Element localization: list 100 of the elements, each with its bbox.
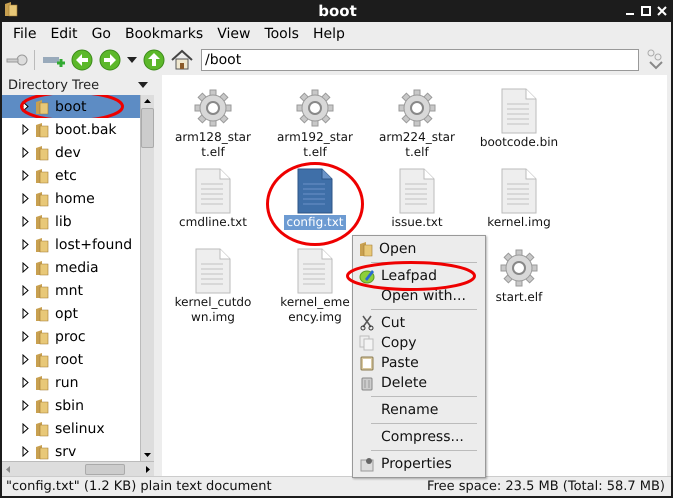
menu-item-label: Rename: [381, 402, 438, 418]
menu-bar-entry[interactable]: View: [210, 26, 258, 42]
expander-icon[interactable]: [22, 400, 29, 411]
menu-item-label: Delete: [381, 375, 427, 391]
vertical-scrollbar[interactable]: [140, 95, 154, 461]
file-name: ency.img: [287, 310, 343, 325]
directory-entry[interactable]: arm192_star t.elf: [264, 88, 366, 168]
home-icon[interactable]: [171, 49, 193, 71]
folder-icon: [35, 398, 49, 414]
file-name: bootcode.bin: [478, 135, 560, 150]
menu-item-label: Properties: [381, 456, 452, 472]
tree-item-label: etc: [55, 168, 77, 184]
gear-icon: [193, 88, 233, 128]
directory-entry[interactable]: bootcode.bin: [468, 88, 570, 168]
context-menu-item[interactable]: Delete: [353, 373, 485, 393]
tree-item-label: root: [55, 352, 84, 368]
document-icon: [195, 168, 231, 214]
document-icon: [195, 248, 231, 294]
expander-icon[interactable]: [22, 331, 29, 342]
folder-icon: [35, 352, 49, 368]
menu-bar-entry[interactable]: Go: [84, 26, 118, 42]
expander-icon[interactable]: [22, 446, 29, 457]
tree-item-label: media: [55, 260, 99, 276]
scrollbar-thumb[interactable]: [141, 108, 154, 148]
tree-item-label: srv: [55, 444, 76, 460]
trash-can-icon: [359, 375, 375, 391]
gear-icon: [397, 88, 437, 128]
menu-bar-entry[interactable]: Help: [306, 26, 352, 42]
tree-item-label: home: [55, 190, 95, 206]
menu-item-label: Cut: [381, 315, 406, 331]
expander-icon[interactable]: [22, 101, 29, 112]
menu-bar-entry[interactable]: Edit: [43, 26, 85, 42]
tree-item[interactable]: boot: [2, 95, 140, 118]
expander-icon[interactable]: [22, 147, 29, 158]
menu-item-label: Compress...: [381, 429, 464, 445]
context-menu-item[interactable]: Paste: [353, 353, 485, 373]
gear-icon: [499, 248, 539, 288]
file-name: kernel.img: [486, 215, 552, 230]
dropdown-caret-icon[interactable]: [138, 82, 148, 88]
directory-tree-title: Directory Tree: [8, 78, 100, 92]
menu-bar-entry[interactable]: Bookmarks: [118, 26, 210, 42]
context-menu-item[interactable]: Compress...: [353, 427, 485, 447]
expander-icon[interactable]: [22, 354, 29, 365]
directory-entry[interactable]: arm128_star t.elf: [162, 88, 264, 168]
window-title: boot: [318, 2, 357, 20]
expander-icon[interactable]: [22, 262, 29, 273]
menu-item-label: Open with...: [381, 288, 466, 304]
context-menu-item[interactable]: Copy: [353, 333, 485, 353]
forward-icon[interactable]: [99, 49, 121, 71]
expander-icon[interactable]: [22, 239, 29, 250]
tree-item-label: lib: [55, 214, 72, 230]
menu-bar-entry[interactable]: Tools: [257, 26, 306, 42]
folder-icon: [35, 122, 49, 138]
file-name: cmdline.txt: [178, 215, 248, 230]
file-name: config.txt: [284, 215, 346, 230]
folder-icon: [35, 236, 49, 252]
document-icon: [501, 168, 537, 214]
directory-entry[interactable]: kernel_cutdo wn.img: [162, 248, 264, 328]
expander-icon[interactable]: [22, 170, 29, 181]
folder-icon: [35, 260, 49, 276]
expander-icon[interactable]: [22, 193, 29, 204]
menu-item-label: Copy: [381, 335, 417, 351]
dropdown-caret-icon[interactable]: [127, 57, 137, 63]
horizontal-scrollbar[interactable]: [2, 461, 154, 476]
expander-icon[interactable]: [22, 423, 29, 434]
back-icon[interactable]: [71, 49, 93, 71]
folder-icon: [35, 98, 49, 114]
menu-bar-entry[interactable]: File: [6, 26, 44, 42]
address-field[interactable]: /boot: [201, 49, 639, 71]
folder-icon: [35, 328, 49, 344]
tree-item-label: opt: [55, 306, 78, 322]
context-menu-item[interactable]: Rename: [353, 400, 485, 420]
expander-icon[interactable]: [22, 285, 29, 296]
status-text: "config.txt" (1.2 KB) plain text document: [6, 479, 272, 494]
scrollbar-thumb[interactable]: [85, 464, 125, 474]
file-name: arm192_star: [276, 130, 354, 145]
context-menu-item[interactable]: Properties: [353, 454, 485, 474]
expander-icon[interactable]: [22, 377, 29, 388]
directory-entry[interactable]: arm224_star t.elf: [366, 88, 468, 168]
window-folder-icon: [4, 1, 18, 17]
file-name: kernel_cutdo: [174, 295, 252, 310]
folder-icon: [35, 420, 49, 436]
tree-item-label: selinux: [55, 420, 105, 436]
expander-icon[interactable]: [22, 124, 29, 135]
leaf-pencil-icon: [359, 268, 375, 284]
free-space-text: Free space: 23.5 MB (Total: 58.7 MB): [427, 479, 665, 494]
document-icon: [501, 88, 537, 134]
file-name: wn.img: [190, 310, 236, 325]
file-name: arm128_star: [174, 130, 252, 145]
file-name: kernel_eme: [279, 295, 351, 310]
expander-icon[interactable]: [22, 308, 29, 319]
maximize-icon[interactable]: [641, 6, 651, 16]
properties-icon: [359, 456, 375, 472]
file-name: t.elf: [200, 145, 226, 160]
scissors-icon: [359, 315, 375, 331]
expander-icon[interactable]: [22, 216, 29, 227]
directory-entry[interactable]: cmdline.txt: [162, 168, 264, 248]
close-icon[interactable]: [657, 6, 667, 16]
tree-item-label: mnt: [55, 282, 83, 298]
folder-icon: [35, 168, 49, 184]
